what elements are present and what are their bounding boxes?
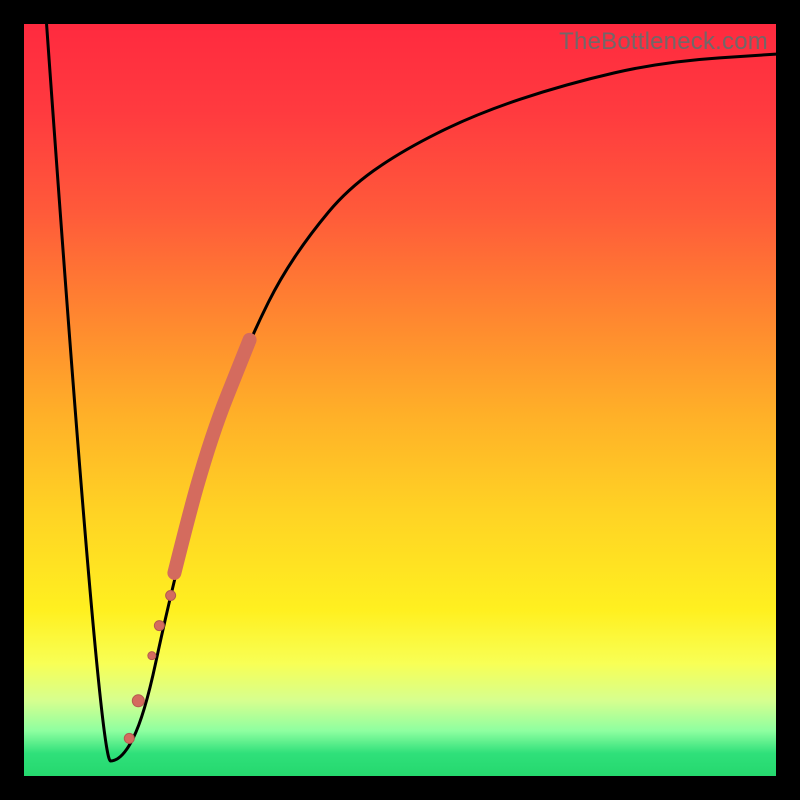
- marker-dot4: [154, 621, 164, 631]
- marker-dot3: [148, 652, 156, 660]
- chart-frame: TheBottleneck.com: [0, 0, 800, 800]
- watermark-text: TheBottleneck.com: [559, 28, 768, 56]
- marker-dot5: [166, 591, 176, 601]
- marker-dot1: [124, 733, 134, 743]
- bottleneck-curve: [47, 24, 776, 761]
- curve-layer: [24, 24, 776, 776]
- thick-curve-segment: [174, 340, 249, 573]
- marker-dot2: [132, 695, 144, 707]
- plot-area: TheBottleneck.com: [24, 24, 776, 776]
